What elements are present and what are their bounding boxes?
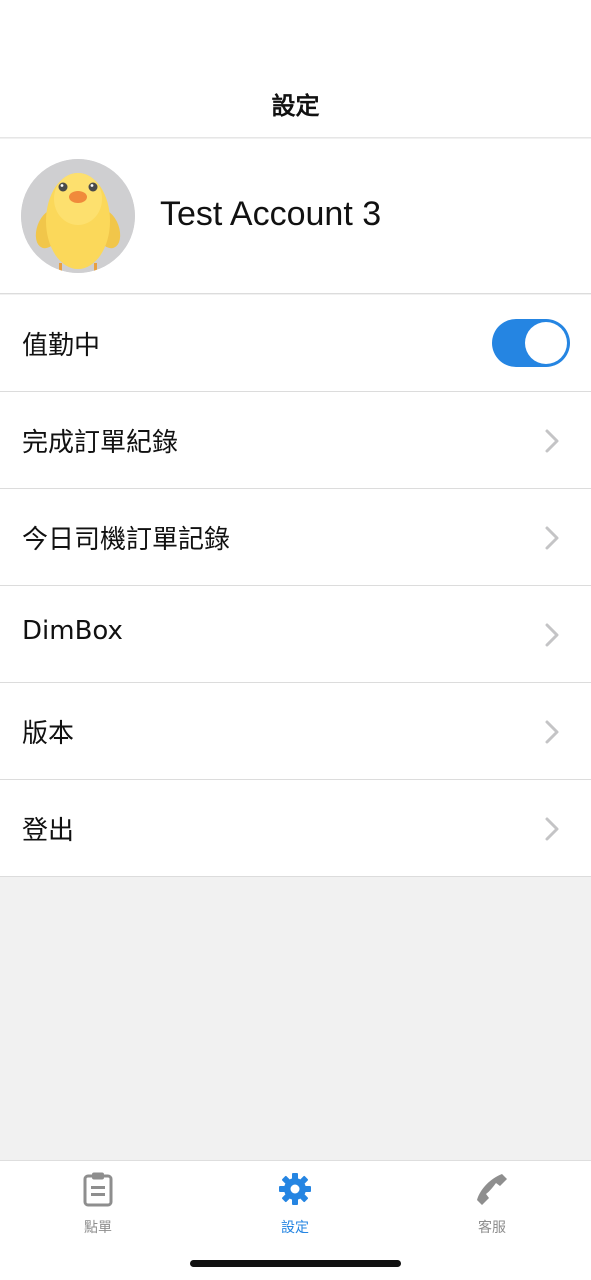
menu-item-label: 登出: [22, 816, 75, 846]
chevron-right-icon: [545, 623, 559, 647]
gear-icon: [279, 1173, 311, 1205]
settings-menu: 值勤中 完成訂單紀錄 今日司機訂單記錄 DimBox 版本 登出: [0, 295, 591, 877]
menu-item-completed-orders[interactable]: 完成訂單紀錄: [0, 392, 591, 489]
clipboard-icon: [83, 1172, 113, 1207]
navigation-header: 設定: [0, 0, 591, 138]
page-title: 設定: [271, 92, 320, 120]
phone-icon: [477, 1174, 507, 1205]
menu-item-label: DimBox: [22, 616, 123, 646]
chevron-right-icon: [545, 817, 559, 841]
tab-orders[interactable]: 點單: [38, 1171, 158, 1237]
home-indicator: [190, 1260, 401, 1267]
tab-label: 客服: [478, 1220, 506, 1236]
menu-item-label: 今日司機訂單記錄: [22, 525, 231, 555]
toggle-knob: [525, 322, 567, 364]
menu-item-label: 版本: [22, 719, 75, 749]
chevron-right-icon: [545, 429, 559, 453]
chevron-right-icon: [545, 526, 559, 550]
profile-section: Test Account 3: [0, 139, 591, 294]
on-duty-label: 值勤中: [22, 331, 101, 361]
menu-item-version[interactable]: 版本: [0, 683, 591, 780]
tab-label: 點單: [84, 1220, 112, 1236]
tab-settings[interactable]: 設定: [235, 1171, 355, 1237]
tab-label: 設定: [281, 1220, 309, 1236]
on-duty-toggle[interactable]: [492, 319, 570, 367]
menu-item-label: 完成訂單紀錄: [22, 428, 179, 458]
menu-item-driver-orders-today[interactable]: 今日司機訂單記錄: [0, 489, 591, 586]
tab-customer-service[interactable]: 客服: [432, 1171, 552, 1237]
menu-item-dimbox[interactable]: DimBox: [0, 586, 591, 683]
avatar: [21, 159, 135, 273]
on-duty-row: 值勤中: [0, 295, 591, 392]
chevron-right-icon: [545, 720, 559, 744]
menu-item-logout[interactable]: 登出: [0, 780, 591, 877]
account-name: Test Account 3: [160, 195, 382, 233]
chick-avatar-icon: [21, 159, 135, 273]
